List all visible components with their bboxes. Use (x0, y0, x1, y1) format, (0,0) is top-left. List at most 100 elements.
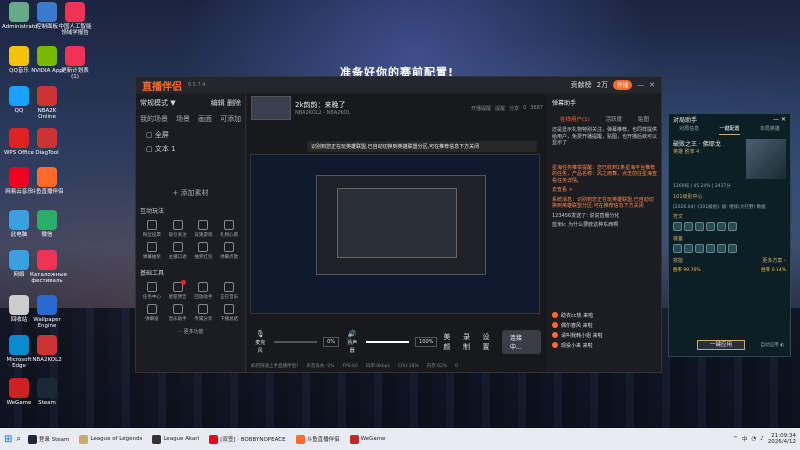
tool-button[interactable]: 正在音乐 (217, 282, 241, 300)
taskbar-item[interactable]: League Akari (149, 434, 202, 444)
item-icon[interactable] (706, 244, 715, 253)
taskbar-item[interactable]: [双签] · BOBBYNOPEACE (206, 434, 288, 444)
tool-button[interactable]: 回放助手 (192, 282, 216, 300)
desktop-icon[interactable]: Wallpaper Engine (30, 295, 64, 329)
beauty-button[interactable]: 美颜 (443, 332, 457, 352)
record-button[interactable]: 录制 (463, 332, 477, 352)
clock[interactable]: 21:09:34 2026/4/12 (768, 433, 796, 445)
delete-button[interactable]: 删除 (227, 99, 241, 107)
room-title[interactable]: 2k韵韵：来晚了 (295, 100, 350, 110)
scene-tab[interactable]: 可添加 (220, 114, 241, 124)
tool-button[interactable]: 竞猜游戏 (192, 220, 216, 238)
task-icon (146, 282, 157, 292)
tool-button[interactable]: 吸引关注 (166, 220, 190, 238)
desktop-icon[interactable]: 中国人工智能领域学报告 (58, 2, 92, 36)
auto-apply-toggle[interactable]: 自动应用 ◐ (761, 342, 784, 348)
tool-button[interactable]: 星座预告 (166, 280, 190, 300)
desktop-icon[interactable]: DiagTool (30, 128, 64, 156)
taskbar-item[interactable]: 登录 Steam (25, 434, 73, 444)
room-thumbnail[interactable] (251, 96, 291, 120)
tool-button[interactable]: 弹幕抽奖 (140, 242, 164, 260)
desktop-icon[interactable]: 斗鱼直播伴侣 (30, 167, 64, 195)
chevron-up-icon[interactable]: ^ (733, 436, 738, 442)
app-version: 6.5.7.4 (188, 82, 206, 88)
desktop-icon[interactable]: NBA2KOL2 (30, 335, 64, 363)
mode-dropdown[interactable]: 常规模式 ▼ (140, 98, 176, 108)
remind-link[interactable]: 开播提醒 (471, 105, 491, 112)
tool-button[interactable]: 粉丝投票 (140, 220, 164, 238)
start-icon[interactable]: ⊞ (4, 434, 12, 445)
volume-icon[interactable]: ♪ (760, 436, 764, 442)
room-category[interactable]: NBA2KOL2 - NBA2KOL (295, 110, 350, 116)
rune-icon[interactable] (706, 222, 715, 231)
fans-link[interactable]: 2万 (597, 80, 608, 90)
tab-online-users[interactable]: 在线用户(1) (560, 115, 590, 123)
tool-button[interactable]: 任务中心 (140, 282, 164, 300)
tab-one-click-config[interactable]: 一键配置 (719, 125, 740, 135)
tool-button[interactable]: 弹幕点歌 (217, 242, 241, 260)
mic-slider[interactable] (273, 341, 318, 343)
scene-tab[interactable]: 场景 (176, 114, 190, 124)
lang-indicator[interactable]: 中 (742, 435, 748, 443)
desktop-icon[interactable]: 更新计划表(1) (58, 46, 92, 80)
tab-stickers[interactable]: 贴图 (638, 115, 649, 123)
edit-button[interactable]: 编辑 (211, 99, 225, 107)
desktop-icon[interactable]: NBA2K Online (30, 86, 64, 120)
help-link[interactable]: 如何快速上手直播伴侣? (251, 363, 298, 369)
rune-icon[interactable] (717, 222, 726, 231)
speaker-control[interactable]: 🔊 扬声器 (345, 330, 360, 354)
minimize-icon[interactable]: — (773, 116, 779, 123)
tab-activity[interactable]: 活跃度 (606, 115, 623, 123)
search-icon[interactable]: ⌕ (16, 434, 20, 444)
apply-button[interactable]: 一键应用 (697, 340, 745, 350)
mic-control[interactable]: 🎙 麦克风 (253, 330, 268, 354)
taskbar-item[interactable]: 斗鱼直播伴侣 (293, 434, 343, 444)
item-icon[interactable] (728, 244, 737, 253)
item-icon[interactable] (695, 244, 704, 253)
settings-button[interactable]: 设置 (482, 332, 496, 352)
item-icon[interactable] (684, 244, 693, 253)
app-icon (9, 86, 29, 106)
taskbar-item[interactable]: League of Legends (76, 434, 145, 444)
message-link[interactable]: 去查看 > (552, 187, 657, 194)
source-item[interactable]: ▢ 全屏 (146, 130, 241, 140)
tool-button[interactable]: 音乐助手 (166, 304, 190, 322)
source-item[interactable]: ▢ 文本 1 (146, 144, 241, 154)
taskbar-item[interactable]: WeGame (347, 434, 389, 444)
replay-icon (198, 282, 209, 292)
item-icon[interactable] (673, 244, 682, 253)
tab-match-info[interactable]: 对局信息 (679, 125, 699, 135)
tool-button[interactable]: 弹幕窗 (140, 304, 164, 322)
rune-icon[interactable] (695, 222, 704, 231)
more-plans-link[interactable]: 更多方案 › (762, 257, 786, 264)
contribution-link[interactable]: 贡献榜 (571, 80, 592, 90)
tool-button[interactable]: 专属分享 (192, 304, 216, 322)
more-features-link[interactable]: ··· 更多功能 (140, 328, 241, 335)
tool-button[interactable]: 下播总结 (217, 304, 241, 322)
stat[interactable]: 分享 (509, 105, 519, 112)
add-source-button[interactable]: + 添加素材 (140, 188, 241, 198)
start-stream-button[interactable]: 连接中... (502, 330, 541, 354)
desktop-icon[interactable]: Каталожные фестиваль (30, 250, 67, 284)
stat: 3687 (530, 104, 543, 111)
desktop-icon[interactable]: Steam (30, 378, 64, 406)
rune-icon[interactable] (673, 222, 682, 231)
rune-icon[interactable] (684, 222, 693, 231)
go-live-pill[interactable]: 开播 (613, 80, 633, 90)
close-icon[interactable]: ✕ (649, 81, 655, 89)
tool-button[interactable]: 抽奖红包 (192, 242, 216, 260)
rune-icon[interactable] (728, 222, 737, 231)
stream-preview[interactable] (250, 154, 540, 314)
item-icon[interactable] (717, 244, 726, 253)
desktop-icon[interactable]: 微信 (30, 210, 64, 238)
wifi-icon[interactable]: ◔ (751, 436, 756, 442)
minimize-icon[interactable]: — (637, 81, 644, 89)
scene-tab[interactable]: 画面 (198, 114, 212, 124)
close-icon[interactable]: ✕ (781, 116, 786, 123)
stat[interactable]: 提醒 (495, 105, 505, 112)
tab-champions[interactable]: 本局英雄 (760, 125, 780, 135)
tool-button[interactable]: 礼物心愿 (217, 220, 241, 238)
speaker-slider[interactable] (365, 341, 410, 343)
tool-button[interactable]: 主播口述 (166, 242, 190, 260)
runes-title: 符文 (673, 214, 684, 220)
